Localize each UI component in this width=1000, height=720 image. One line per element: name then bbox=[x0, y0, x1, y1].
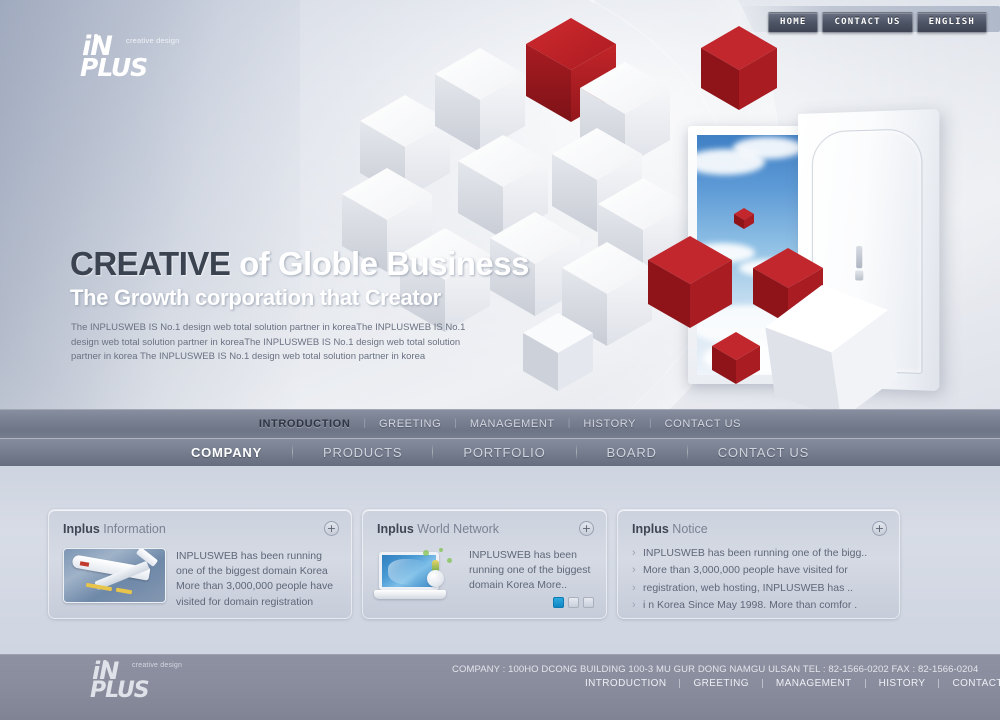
door-handle bbox=[856, 245, 863, 269]
nav2-item-board[interactable]: BOARD bbox=[577, 445, 687, 460]
primary-navigation-bar: INTRODUCTION | GREETING | MANAGEMENT | H… bbox=[0, 409, 1000, 438]
footer-logo[interactable]: creative design iN PLUS bbox=[90, 659, 182, 703]
list-item[interactable]: i n Korea Since May 1998. More than comf… bbox=[632, 596, 885, 614]
secondary-navigation-bar: COMPANY PRODUCTS PORTFOLIO BOARD CONTACT… bbox=[0, 438, 1000, 466]
panel-information-body: INPLUSWEB has been running one of the bi… bbox=[63, 548, 337, 610]
nav2-item-portfolio[interactable]: PORTFOLIO bbox=[433, 445, 575, 460]
panel-notice-plus-button[interactable]: + bbox=[872, 521, 887, 536]
panel-notice-title-light: Notice bbox=[672, 522, 708, 536]
notice-list: INPLUSWEB has been running one of the bi… bbox=[632, 544, 885, 614]
panel-network-title-strong: Inplus bbox=[377, 522, 414, 536]
logo-dot-icon bbox=[103, 660, 107, 664]
nav-item-contact-us[interactable]: CONTACT US bbox=[652, 418, 755, 430]
panel-notice-title-strong: Inplus bbox=[632, 522, 669, 536]
logo-tagline: creative design bbox=[126, 36, 180, 45]
panels-row: Inplus Information + INPLUSWEB has been … bbox=[48, 509, 900, 619]
pagination-dot-1[interactable] bbox=[553, 597, 564, 608]
panel-network-plus-button[interactable]: + bbox=[579, 521, 594, 536]
footer-navigation: INTRODUCTION GREETING MANAGEMENT HISTORY… bbox=[572, 678, 1000, 689]
topnav-english-button[interactable]: ENGLISH bbox=[916, 12, 987, 33]
pagination-dot-3[interactable] bbox=[583, 597, 594, 608]
footer-nav-history[interactable]: HISTORY bbox=[866, 678, 939, 689]
panel-network-title: Inplus World Network bbox=[377, 522, 592, 536]
pagination-dot-2[interactable] bbox=[568, 597, 579, 608]
top-navigation: HOME CONTACT US ENGLISH bbox=[765, 10, 990, 35]
list-item[interactable]: More than 3,000,000 people have visited … bbox=[632, 561, 885, 579]
primary-navigation-items: INTRODUCTION | GREETING | MANAGEMENT | H… bbox=[246, 418, 754, 430]
panel-inplus-notice: Inplus Notice + INPLUSWEB has been runni… bbox=[617, 509, 900, 619]
panel-network-title-light: World Network bbox=[417, 522, 500, 536]
nav-item-introduction[interactable]: INTRODUCTION bbox=[246, 418, 364, 430]
nav-item-history[interactable]: HISTORY bbox=[570, 418, 649, 430]
footer-nav-greeting[interactable]: GREETING bbox=[680, 678, 761, 689]
floating-white-cube-large bbox=[765, 285, 898, 410]
panel-network-pagination bbox=[553, 597, 594, 608]
footer-logo-tagline: creative design bbox=[132, 662, 183, 669]
red-cube-left bbox=[648, 236, 732, 328]
headline-light: of Globle Business bbox=[230, 245, 529, 282]
panel-notice-title: Inplus Notice bbox=[632, 522, 885, 536]
footer-nav-introduction[interactable]: INTRODUCTION bbox=[572, 678, 679, 689]
panel-inplus-world-network: Inplus World Network + INPLUSWEB has bee… bbox=[362, 509, 607, 619]
floating-white-cube-small bbox=[523, 313, 593, 391]
footer-company-info: COMPANY : 100HO DCONG BUILDING 100-3 MU … bbox=[452, 664, 979, 675]
footer-logo-plus-text: PLUS bbox=[90, 677, 150, 703]
header-logo[interactable]: creative design iN PLUS bbox=[80, 33, 179, 83]
panel-information-title-strong: Inplus bbox=[63, 522, 100, 536]
hero-description: The INPLUSWEB IS No.1 design web total s… bbox=[71, 322, 466, 363]
list-item[interactable]: INPLUSWEB has been running one of the bi… bbox=[632, 544, 885, 562]
nav2-item-company[interactable]: COMPANY bbox=[161, 445, 292, 460]
list-item[interactable]: registration, web hosting, INPLUSWEB has… bbox=[632, 579, 885, 597]
hero-subheadline: The Growth corporation that Creator bbox=[70, 285, 441, 310]
headline-strong: CREATIVE bbox=[70, 245, 231, 282]
laptop-lightbulb-icon bbox=[374, 548, 459, 606]
logo-plus-text: PLUS bbox=[80, 53, 148, 83]
panel-information-text: INPLUSWEB has been running one of the bi… bbox=[176, 550, 334, 608]
panel-information-title: Inplus Information bbox=[63, 522, 337, 536]
red-cube-small bbox=[712, 332, 760, 384]
nav2-item-products[interactable]: PRODUCTS bbox=[293, 445, 432, 460]
topnav-home-button[interactable]: HOME bbox=[767, 12, 819, 33]
topnav-contact-us-button[interactable]: CONTACT US bbox=[822, 12, 913, 33]
nav-item-management[interactable]: MANAGEMENT bbox=[457, 418, 568, 430]
nav2-item-contact-us[interactable]: CONTACT US bbox=[688, 445, 839, 460]
logo-dot-icon bbox=[94, 34, 98, 38]
footer-nav-contact-us[interactable]: CONTACT US bbox=[939, 678, 1000, 689]
panel-inplus-information: Inplus Information + INPLUSWEB has been … bbox=[48, 509, 352, 619]
airplane-photo-icon[interactable] bbox=[63, 548, 166, 603]
nav-item-greeting[interactable]: GREETING bbox=[366, 418, 454, 430]
hero-banner: HOME CONTACT US ENGLISH creative design … bbox=[0, 0, 1000, 410]
hero-headline: CREATIVE of Globle Business bbox=[70, 247, 529, 280]
secondary-navigation-items: COMPANY PRODUCTS PORTFOLIO BOARD CONTACT… bbox=[161, 445, 839, 460]
red-cube-tiny bbox=[734, 208, 754, 229]
footer-nav-management[interactable]: MANAGEMENT bbox=[763, 678, 865, 689]
panel-information-plus-button[interactable]: + bbox=[324, 521, 339, 536]
red-cube-top bbox=[701, 26, 777, 110]
panel-information-title-light: Information bbox=[103, 522, 166, 536]
page-root: HOME CONTACT US ENGLISH creative design … bbox=[0, 0, 1000, 720]
